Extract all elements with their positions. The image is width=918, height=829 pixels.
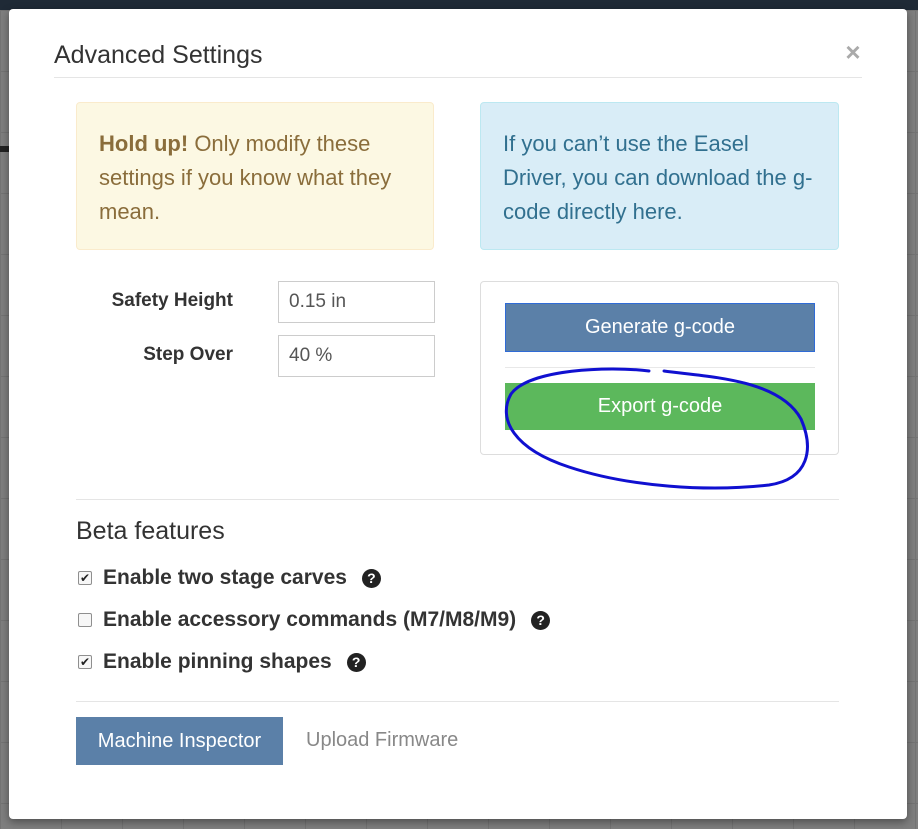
feature-label: Enable two stage carves	[103, 566, 347, 589]
modal-title: Advanced Settings	[54, 41, 263, 69]
beta-features-heading: Beta features	[76, 517, 225, 545]
step-over-label: Step Over	[143, 344, 233, 365]
machine-inspector-button[interactable]: Machine Inspector	[76, 717, 283, 765]
warning-alert: Hold up! Only modify these settings if y…	[76, 102, 434, 250]
upload-firmware-link[interactable]: Upload Firmware	[306, 729, 458, 752]
info-alert: If you can’t use the Easel Driver, you c…	[480, 102, 839, 250]
safety-height-label: Safety Height	[111, 290, 233, 311]
panel-divider	[505, 367, 815, 368]
title-divider	[54, 77, 862, 78]
advanced-settings-modal: Advanced Settings × Hold up! Only modify…	[9, 9, 907, 819]
generate-gcode-button[interactable]: Generate g-code	[505, 303, 815, 352]
feature-row-two-stage: ✔ Enable two stage carves ?	[76, 563, 381, 593]
feature-row-accessory: Enable accessory commands (M7/M8/M9) ?	[76, 605, 551, 635]
feature-label: Enable accessory commands (M7/M8/M9)	[103, 608, 517, 631]
footer-divider	[76, 701, 839, 702]
question-circle-icon[interactable]: ?	[361, 568, 381, 588]
warning-strong: Hold up!	[99, 131, 189, 156]
feature-row-pinning: ✔ Enable pinning shapes ?	[76, 647, 366, 677]
export-panel: Generate g-code Export g-code	[480, 281, 839, 455]
feature-label: Enable pinning shapes	[103, 650, 332, 673]
accessory-commands-checkbox[interactable]	[78, 613, 92, 627]
two-stage-carves-checkbox[interactable]: ✔	[78, 571, 92, 585]
section-divider	[76, 499, 839, 500]
question-circle-icon[interactable]: ?	[531, 610, 551, 630]
question-circle-icon[interactable]: ?	[346, 652, 366, 672]
safety-height-input[interactable]	[278, 281, 435, 323]
close-icon[interactable]: ×	[841, 37, 865, 67]
step-over-input[interactable]	[278, 335, 435, 377]
export-gcode-button[interactable]: Export g-code	[505, 383, 815, 430]
pinning-shapes-checkbox[interactable]: ✔	[78, 655, 92, 669]
